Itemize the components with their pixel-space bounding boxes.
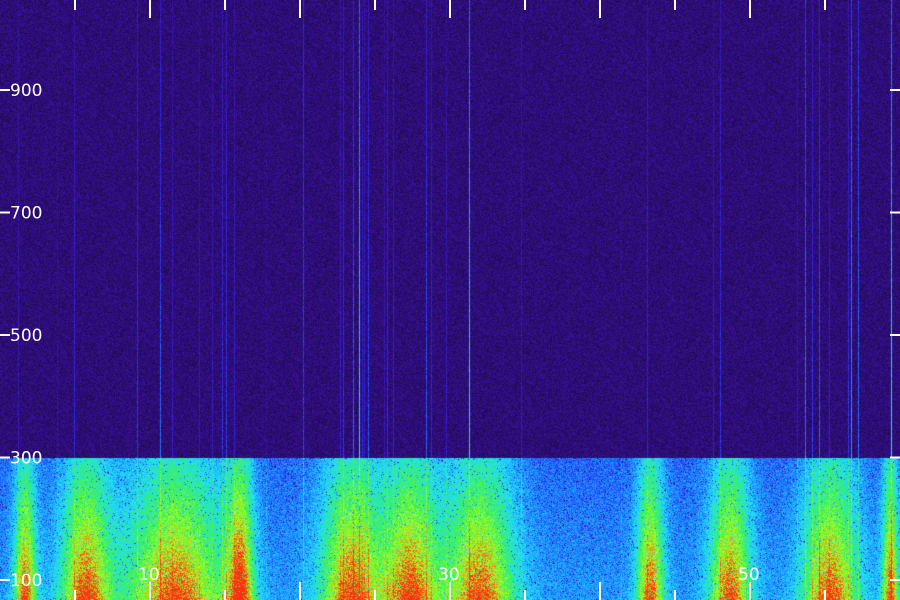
x-tick-label: 50 — [738, 565, 760, 585]
y-tick-label: 700 — [10, 204, 42, 224]
y-tick-label: 300 — [10, 449, 42, 469]
tick-labels: 100 300 500 700 900 10 30 50 — [10, 81, 760, 591]
axis-overlay: 100 300 500 700 900 10 30 50 — [0, 0, 900, 600]
x-tick-label: 10 — [138, 565, 160, 585]
y-tick-label: 100 — [10, 571, 42, 591]
x-tick-label: 30 — [438, 565, 460, 585]
tick-marks — [0, 0, 900, 600]
y-tick-label: 900 — [10, 81, 42, 101]
spectrogram-chart: 100 300 500 700 900 10 30 50 — [0, 0, 900, 600]
y-tick-label: 500 — [10, 326, 42, 346]
